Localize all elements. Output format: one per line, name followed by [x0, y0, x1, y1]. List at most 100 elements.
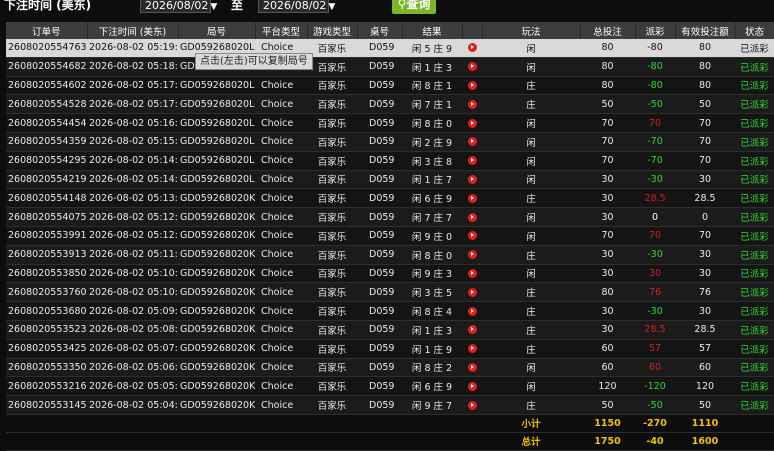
platform-cell: Choice [255, 264, 307, 284]
video-cell[interactable] [462, 207, 482, 227]
table-row[interactable]: 2608020554148932026-08-02 05:13:32GD0592… [6, 188, 774, 209]
play-video-icon[interactable] [467, 174, 477, 184]
round-id-cell[interactable]: GD059268020KT [178, 301, 255, 321]
round-id-cell[interactable]: GD059268020L2 [178, 132, 255, 152]
video-cell[interactable] [462, 188, 482, 209]
table-row[interactable]: 2608020553991512026-08-02 05:12:09GD0592… [6, 226, 774, 246]
play-video-icon[interactable] [467, 250, 477, 260]
video-cell[interactable] [462, 282, 482, 303]
total-row-label: 总计 [482, 432, 580, 451]
video-cell[interactable] [462, 94, 482, 115]
end-date-select[interactable]: 2026/08/02 ▼ [258, 0, 335, 13]
video-cell[interactable] [462, 132, 482, 152]
play-video-icon[interactable] [467, 193, 477, 203]
result-cell: 闲 3 庄 5 [402, 282, 462, 303]
round-id-cell[interactable]: GD059268020KW [178, 245, 255, 265]
play-video-icon[interactable] [467, 344, 477, 354]
round-id-cell[interactable]: GD059268020KR [178, 320, 255, 340]
time-cell: 2026-08-02 05:13:32 [87, 188, 178, 209]
play-video-icon[interactable] [467, 80, 477, 90]
table-row[interactable]: 2608020554682492026-08-02 05:18:35GD0592… [6, 57, 774, 77]
table-row[interactable]: 2608020553216402026-08-02 05:05:26GD0592… [6, 376, 774, 397]
query-button[interactable]: ⚲查询 [392, 0, 436, 14]
round-id-cell[interactable]: GD059268020KM [178, 395, 255, 415]
play-video-icon[interactable] [467, 268, 477, 278]
round-id-cell[interactable]: GD059268020L3 [178, 113, 255, 133]
valid-bet-cell: 30 [675, 301, 735, 321]
video-cell[interactable] [462, 301, 482, 321]
round-id-cell[interactable]: GD059268020KX [178, 226, 255, 246]
video-cell[interactable] [462, 170, 482, 190]
play-video-icon[interactable] [467, 231, 477, 241]
chevron-down-icon: ▼ [210, 2, 218, 12]
valid-bet-cell: 80 [675, 76, 735, 96]
play-video-icon[interactable] [467, 381, 477, 391]
order-cell: 260802055476376 [6, 39, 87, 58]
play-video-icon[interactable] [467, 306, 477, 316]
video-cell[interactable] [462, 395, 482, 415]
header-col-table: 桌号 [357, 22, 403, 39]
round-id-cell[interactable]: GD059268020L0 [178, 170, 255, 190]
table-row[interactable]: 2608020553850712026-08-02 05:10:58GD0592… [6, 264, 774, 284]
order-cell: 260802055342572 [6, 339, 87, 359]
order-cell: 260802055314506 [6, 395, 87, 415]
video-cell[interactable] [462, 39, 482, 58]
video-cell[interactable] [462, 320, 482, 340]
play-video-icon[interactable] [467, 287, 477, 297]
table-row[interactable]: 2608020554295202026-08-02 05:14:49GD0592… [6, 151, 774, 171]
round-id-cell[interactable]: GD059268020L1 [178, 151, 255, 171]
table-row[interactable]: 2608020553680342026-08-02 05:09:32GD0592… [6, 301, 774, 321]
table-row[interactable]: 2608020553425722026-08-02 05:07:20GD0592… [6, 339, 774, 359]
table-row[interactable]: 2608020553145062026-08-02 05:04:45GD0592… [6, 395, 774, 415]
round-id-cell[interactable]: GD059268020KU [178, 282, 255, 303]
game-type-cell: 百家乐 [307, 188, 357, 209]
video-cell[interactable] [462, 151, 482, 171]
table-row[interactable]: 2608020553760662026-08-02 05:10:12GD0592… [6, 282, 774, 303]
table-row[interactable]: 2608020554359922026-08-02 05:15:26GD0592… [6, 132, 774, 152]
video-cell[interactable] [462, 226, 482, 246]
play-video-icon[interactable] [467, 156, 477, 166]
table-number-cell: D059 [357, 188, 402, 209]
play-video-icon[interactable] [467, 400, 477, 410]
table-row[interactable]: 2608020553523732026-08-02 05:08:07GD0592… [6, 320, 774, 340]
table-row[interactable]: 2608020553350622026-08-02 05:06:42GD0592… [6, 358, 774, 378]
table-number-cell: D059 [357, 57, 402, 77]
play-video-icon[interactable] [467, 325, 477, 335]
table-row[interactable]: 2608020554075252026-08-02 05:12:52GD0592… [6, 207, 774, 227]
start-date-select[interactable]: 2026/08/02 ▼ [140, 0, 217, 13]
video-cell[interactable] [462, 339, 482, 359]
round-id-cell[interactable]: GD059268020KZ [178, 188, 255, 209]
empty-cell [307, 414, 357, 433]
total-bet-cell: 30 [580, 188, 635, 209]
round-id-cell[interactable]: GD059268020KP [178, 358, 255, 378]
round-id-cell[interactable]: GD059268020KV [178, 264, 255, 284]
video-cell[interactable] [462, 245, 482, 265]
game-type-cell: 百家乐 [307, 282, 357, 303]
play-video-icon[interactable] [467, 137, 477, 147]
round-id-cell[interactable]: GD059268020KQ [178, 339, 255, 359]
order-cell: 260802055335062 [6, 358, 87, 378]
video-cell[interactable] [462, 358, 482, 378]
table-row[interactable]: 2608020554454142026-08-02 05:16:24GD0592… [6, 113, 774, 133]
round-id-cell[interactable]: GD059268020KN [178, 376, 255, 397]
play-video-icon[interactable] [467, 362, 477, 372]
table-row[interactable]: 2608020554528552026-08-02 05:17:07GD0592… [6, 94, 774, 115]
round-id-cell[interactable]: GD059268020L5 [178, 76, 255, 96]
play-video-icon[interactable] [467, 118, 477, 128]
play-video-icon[interactable] [467, 212, 477, 222]
play-video-icon[interactable] [467, 62, 477, 72]
play-video-icon[interactable] [467, 43, 477, 53]
table-row[interactable]: 2608020554219052026-08-02 05:14:08GD0592… [6, 170, 774, 190]
table-row[interactable]: 2608020554602462026-08-02 05:17:55GD0592… [6, 76, 774, 96]
play-video-icon[interactable] [467, 99, 477, 109]
round-id-cell[interactable]: GD059268020KY [178, 207, 255, 227]
video-cell[interactable] [462, 264, 482, 284]
table-row[interactable]: 2608020554763762026-08-02 05:19:23GD0592… [6, 39, 774, 58]
round-id-cell[interactable]: GD059268020L4 [178, 94, 255, 115]
video-cell[interactable] [462, 113, 482, 133]
video-cell[interactable] [462, 57, 482, 77]
video-cell[interactable] [462, 376, 482, 397]
table-row[interactable]: 2608020553913652026-08-02 05:11:31GD0592… [6, 245, 774, 265]
video-cell[interactable] [462, 76, 482, 96]
empty-cell [735, 432, 774, 451]
